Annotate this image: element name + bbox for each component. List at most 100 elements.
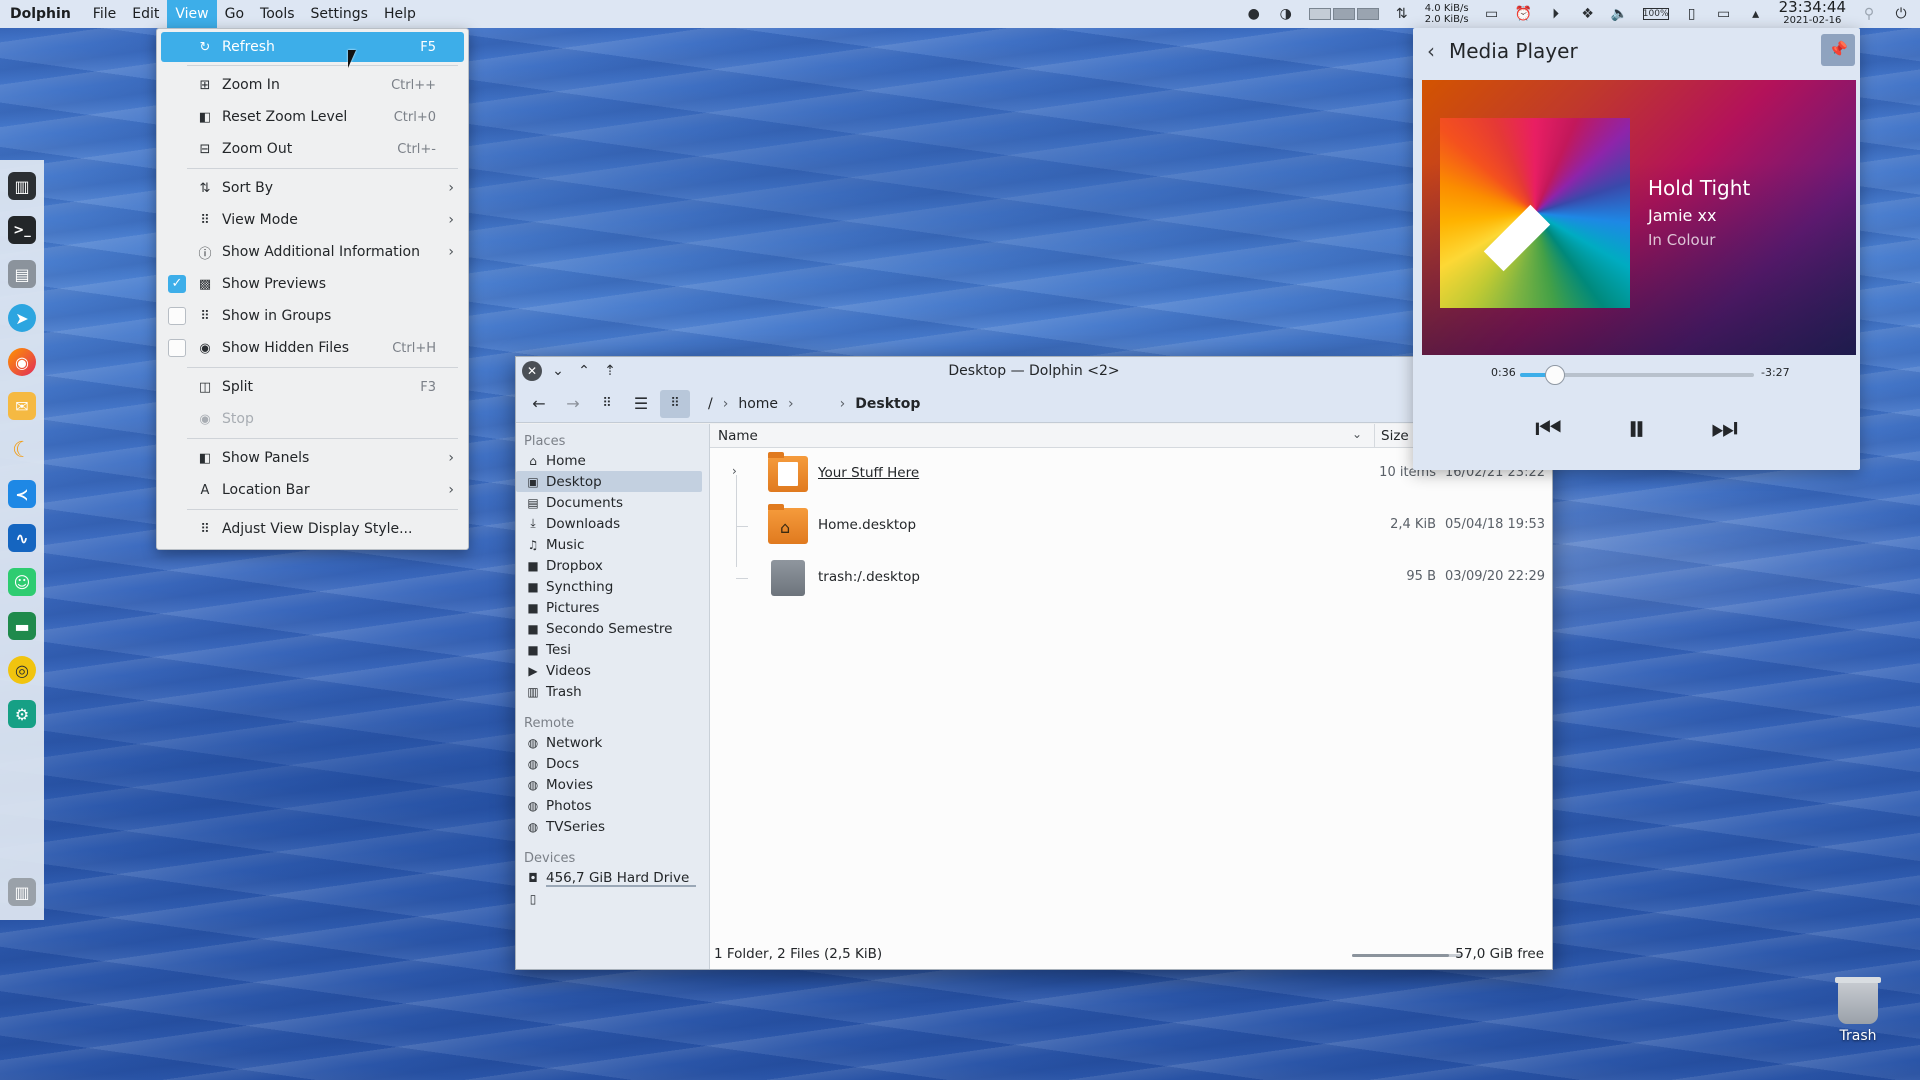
menu-show-panels[interactable]: ◧ Show Panels ›: [157, 442, 468, 474]
forward-icon[interactable]: →: [558, 390, 588, 418]
place-hard-drive[interactable]: ◘ 456,7 GiB Hard Drive: [516, 867, 709, 888]
next-track-icon[interactable]: ⏭: [1703, 411, 1747, 446]
breadcrumb-home[interactable]: home: [738, 396, 778, 412]
menu-refresh[interactable]: ↻ Refresh F5: [161, 32, 464, 62]
file-name[interactable]: Your Stuff Here: [818, 465, 919, 481]
maximize-icon[interactable]: ⌃: [574, 361, 594, 381]
color-icon[interactable]: ◑: [1277, 6, 1295, 22]
menu-zoom-out[interactable]: ⊟ Zoom Out Ctrl+-: [157, 133, 468, 165]
trash-dock-icon[interactable]: ▥: [8, 878, 36, 906]
night-mode-icon[interactable]: ☾: [8, 436, 36, 464]
seek-slider[interactable]: [1520, 365, 1754, 385]
expand-chevron-icon[interactable]: ›: [732, 464, 737, 478]
settings-app-icon[interactable]: ⚙: [8, 700, 36, 728]
place-movies[interactable]: ◍ Movies: [516, 774, 709, 795]
window-app-icon[interactable]: ▬: [8, 612, 36, 640]
keyboard-icon[interactable]: ▭: [1483, 6, 1501, 22]
menu-file[interactable]: File: [85, 0, 124, 28]
menu-view-mode[interactable]: ⠿ View Mode ›: [157, 204, 468, 236]
alarm-icon[interactable]: ⏰: [1515, 6, 1533, 22]
firefox-icon[interactable]: ◉: [8, 348, 36, 376]
file-name[interactable]: Home.desktop: [818, 517, 916, 533]
previous-track-icon[interactable]: ⏮: [1527, 411, 1571, 446]
clock[interactable]: 23:34:44 2021-02-16: [1779, 0, 1846, 27]
window-titlebar[interactable]: ✕ ⌄ ⌃ ⇡ Desktop — Dolphin <2>: [516, 357, 1552, 385]
place-trash[interactable]: ▥ Trash: [516, 681, 709, 702]
pin-icon[interactable]: 📌: [1821, 34, 1855, 66]
media-play-icon[interactable]: ⏵: [1547, 6, 1565, 22]
back-chevron-icon[interactable]: ‹: [1413, 39, 1449, 63]
place-music[interactable]: ♫ Music: [516, 534, 709, 555]
file-row[interactable]: trash:/.desktop 95 B 03/09/20 22:29: [710, 552, 1552, 604]
seek-handle[interactable]: [1545, 365, 1566, 385]
minimize-icon[interactable]: ⌄: [548, 361, 568, 381]
place-pictures[interactable]: ■ Pictures: [516, 597, 709, 618]
place-docs[interactable]: ◍ Docs: [516, 753, 709, 774]
menu-help[interactable]: Help: [376, 0, 424, 28]
place-photos[interactable]: ◍ Photos: [516, 795, 709, 816]
menu-edit[interactable]: Edit: [124, 0, 167, 28]
place-network[interactable]: ◍ Network: [516, 732, 709, 753]
display-icon[interactable]: ▭: [1715, 6, 1733, 22]
checkbox-checked[interactable]: ✓: [168, 275, 186, 293]
free-space-bar[interactable]: [1352, 954, 1462, 957]
menu-show-previews[interactable]: ✓ ▩ Show Previews: [157, 268, 468, 300]
checkbox-unchecked[interactable]: [168, 339, 186, 357]
chevron-right-icon[interactable]: ›: [840, 396, 846, 412]
menu-show-in-groups[interactable]: ⠿ Show in Groups: [157, 300, 468, 332]
place-secondo-semestre[interactable]: ■ Secondo Semestre: [516, 618, 709, 639]
menu-location-bar[interactable]: A Location Bar ›: [157, 474, 468, 506]
menu-zoom-in[interactable]: ⊞ Zoom In Ctrl++: [157, 69, 468, 101]
droplet-icon[interactable]: ●: [1245, 6, 1263, 22]
place-downloads[interactable]: ⤓ Downloads: [516, 513, 709, 534]
chevron-right-icon[interactable]: ›: [723, 396, 729, 412]
expand-tray-icon[interactable]: ▴: [1747, 6, 1765, 22]
system-monitor-icon[interactable]: ▥: [8, 172, 36, 200]
keep-above-icon[interactable]: ⇡: [600, 361, 620, 381]
place-phone[interactable]: ▯: [516, 888, 709, 909]
chevron-right-icon[interactable]: ›: [788, 396, 794, 412]
music-app-icon[interactable]: ◎: [8, 656, 36, 684]
volume-icon[interactable]: 🔈: [1611, 6, 1629, 22]
activity-monitor-icon[interactable]: ∿: [8, 524, 36, 552]
back-icon[interactable]: ←: [524, 390, 554, 418]
menu-adjust-view-style[interactable]: ⠿ Adjust View Display Style...: [157, 513, 468, 545]
compact-view-icon[interactable]: ⠿: [660, 389, 690, 418]
menu-tools[interactable]: Tools: [252, 0, 303, 28]
checkbox-unchecked[interactable]: [168, 307, 186, 325]
column-name[interactable]: Name: [718, 428, 758, 444]
file-row[interactable]: ⌂ Home.desktop 2,4 KiB 05/04/18 19:53: [710, 500, 1552, 552]
power-icon[interactable]: ⏻: [1892, 6, 1910, 22]
free-space-text[interactable]: 57,0 GiB free: [1455, 946, 1544, 962]
sort-chevron-icon[interactable]: ⌄: [1352, 427, 1362, 441]
menu-split[interactable]: ◫ Split F3: [157, 371, 468, 403]
place-videos[interactable]: ▶ Videos: [516, 660, 709, 681]
place-desktop[interactable]: ▣ Desktop: [516, 471, 702, 492]
place-dropbox[interactable]: ■ Dropbox: [516, 555, 709, 576]
location-icon[interactable]: ⚲: [1860, 6, 1878, 22]
menu-show-hidden[interactable]: ◉ Show Hidden Files Ctrl+H: [157, 332, 468, 364]
menu-reset-zoom[interactable]: ◧ Reset Zoom Level Ctrl+0: [157, 101, 468, 133]
telegram-icon[interactable]: ➤: [8, 304, 36, 332]
pause-icon[interactable]: ⏸: [1615, 406, 1659, 451]
menu-sort-by[interactable]: ⇅ Sort By ›: [157, 172, 468, 204]
dropbox-icon[interactable]: ❖: [1579, 6, 1597, 22]
network-speed[interactable]: 4.0 KiB/s 2.0 KiB/s: [1425, 3, 1469, 25]
column-size[interactable]: Size: [1374, 424, 1409, 448]
battery-icon[interactable]: 100%: [1642, 8, 1669, 20]
vscode-icon[interactable]: ≺: [8, 480, 36, 508]
file-name[interactable]: trash:/.desktop: [818, 569, 920, 585]
menu-additional-info[interactable]: ⓘ Show Additional Information ›: [157, 236, 468, 268]
ghost-app-icon[interactable]: ☺: [8, 568, 36, 596]
place-tvseries[interactable]: ◍ TVSeries: [516, 816, 709, 837]
place-documents[interactable]: ▤ Documents: [516, 492, 709, 513]
place-home[interactable]: ⌂ Home: [516, 450, 709, 471]
device-icon[interactable]: ▯: [1683, 6, 1701, 22]
close-icon[interactable]: ✕: [522, 361, 542, 381]
file-manager-icon[interactable]: ▤: [8, 260, 36, 288]
icons-view-icon[interactable]: ⠿: [592, 390, 622, 418]
menu-settings[interactable]: Settings: [303, 0, 376, 28]
menu-view[interactable]: View: [167, 0, 217, 28]
terminal-icon[interactable]: >_: [8, 216, 36, 244]
breadcrumb-root[interactable]: /: [708, 396, 713, 412]
